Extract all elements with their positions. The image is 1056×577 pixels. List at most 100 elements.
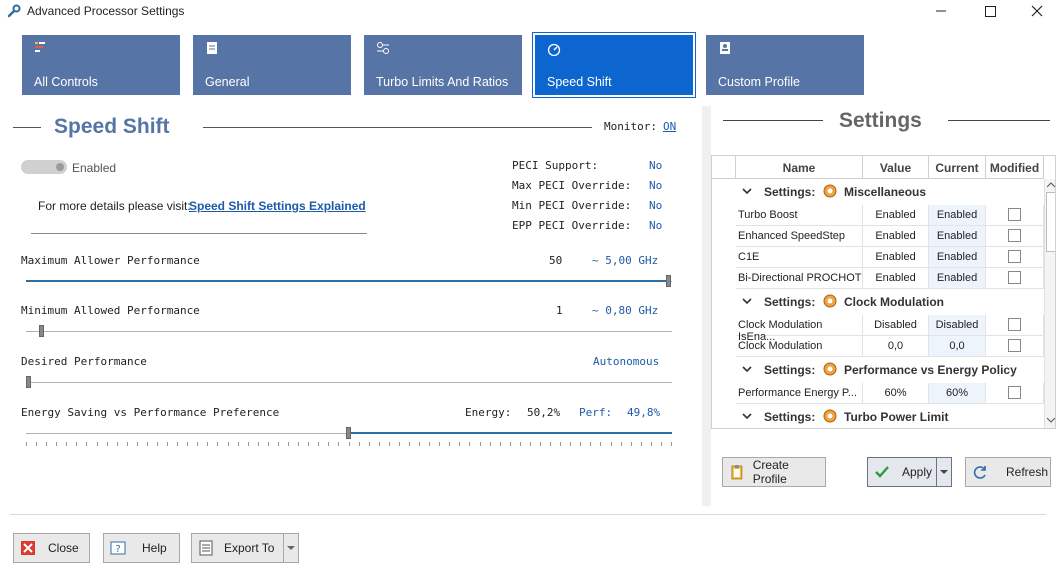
cell-current: 60% [929,383,986,404]
slider-thumb[interactable] [666,275,671,287]
table-row[interactable]: Bi-Directional PROCHOT Enabled Enabled [736,268,1044,289]
cell-name: Clock Modulation [736,336,863,357]
modified-checkbox[interactable] [1008,271,1021,284]
close-button[interactable]: Close [13,533,90,563]
cell-modified [986,205,1044,226]
tab-custom-profile[interactable]: Custom Profile [706,35,864,95]
cell-value[interactable]: Enabled [863,247,929,268]
table-row[interactable]: Performance Energy P... 60% 60% [736,383,1044,404]
slider-tick [570,442,571,446]
tab-all-controls[interactable]: All Controls [22,35,180,95]
cell-modified [986,226,1044,247]
table-row[interactable]: Clock Modulation 0,0 0,0 [736,336,1044,357]
enabled-toggle[interactable] [21,160,67,174]
slider-tick [338,442,339,446]
table-row[interactable]: C1E Enabled Enabled [736,247,1044,268]
checkmark-icon [875,466,889,478]
refresh-button[interactable]: Refresh [965,457,1051,487]
modified-checkbox[interactable] [1008,208,1021,221]
settings-group-header[interactable]: Settings: Miscellaneous [736,179,1043,205]
footer-divider [10,514,1046,515]
slider-tick [197,442,198,446]
gear-icon [823,362,837,376]
slider-tick [127,442,128,446]
close-window-button[interactable] [1014,0,1056,22]
export-dropdown-button[interactable] [283,533,299,563]
table-row[interactable]: Enhanced SpeedStep Enabled Enabled [736,226,1044,247]
cell-value[interactable]: Enabled [863,205,929,226]
cell-current: Enabled [929,268,986,289]
cell-name: Enhanced SpeedStep [736,226,863,247]
settings-group-header[interactable]: Settings: Clock Modulation [736,289,1043,315]
svg-text:?: ? [115,544,120,555]
monitor-toggle-link[interactable]: ON [663,120,676,133]
chevron-down-icon[interactable] [742,366,752,373]
create-profile-button[interactable]: Create Profile [722,457,826,487]
group-name: Miscellaneous [844,185,927,199]
column-header-name[interactable]: Name [736,156,863,179]
tab-speed-shift[interactable]: Speed Shift [532,32,696,98]
apply-button[interactable]: Apply [867,457,937,487]
cell-current: Enabled [929,247,986,268]
grid-scrollbar[interactable] [1044,179,1055,428]
group-prefix: Settings: [764,410,816,424]
slider-track [26,433,346,434]
apply-dropdown-button[interactable] [936,457,952,487]
export-button[interactable]: Export To [191,533,284,563]
slider-tick [86,442,87,446]
scroll-down-icon[interactable] [1047,417,1055,423]
panel-splitter[interactable] [702,106,711,506]
cell-value[interactable]: Enabled [863,268,929,289]
scroll-up-icon[interactable] [1047,182,1055,188]
cell-value[interactable]: 60% [863,383,929,404]
modified-checkbox[interactable] [1008,229,1021,242]
min-perf-slider[interactable] [26,325,672,339]
modified-checkbox[interactable] [1008,386,1021,399]
column-header-current[interactable]: Current [929,156,986,179]
title-bar: Advanced Processor Settings [0,0,1056,24]
help-button[interactable]: ? Help [103,533,180,563]
slider-tick [369,442,370,446]
gear-icon [823,294,837,308]
desired-perf-slider[interactable] [26,376,672,390]
modified-checkbox[interactable] [1008,339,1021,352]
slider-tick [228,442,229,446]
slider-tick [500,442,501,446]
cell-current: Disabled [929,315,986,336]
slider-tick [288,442,289,446]
energy-value: 50,2% [527,406,561,419]
tab-turbo-limits[interactable]: Turbo Limits And Ratios [364,35,522,95]
column-header-modified[interactable]: Modified [986,156,1044,179]
chevron-down-icon[interactable] [742,298,752,305]
table-row[interactable]: Clock Modulation IsEna... Disabled Disable… [736,315,1044,343]
slider-thumb[interactable] [39,325,44,337]
slider-tick [449,442,450,446]
cell-value[interactable]: Enabled [863,226,929,247]
scroll-thumb[interactable] [1046,192,1055,252]
minimize-button[interactable] [918,0,964,22]
chevron-down-icon[interactable] [742,188,752,195]
settings-group-header[interactable]: Settings: Turbo Power Limit [736,404,1043,428]
monitor-label: Monitor: [604,120,657,133]
slider-tick [490,442,491,446]
chevron-down-icon[interactable] [742,413,752,420]
cell-modified [986,336,1044,357]
slider-tick [207,442,208,446]
modified-checkbox[interactable] [1008,318,1021,331]
slider-tick [510,442,511,446]
settings-group-header[interactable]: Settings: Performance vs Energy Policy [736,357,1043,383]
slider-tick [590,442,591,446]
table-row[interactable]: Turbo Boost Enabled Enabled [736,205,1044,226]
slider-thumb[interactable] [26,376,31,388]
cell-value[interactable]: Disabled [863,315,929,336]
max-perf-slider[interactable] [26,275,672,289]
energy-slider[interactable] [26,427,672,447]
maximize-button[interactable] [967,0,1013,22]
column-header-value[interactable]: Value [863,156,929,179]
speed-shift-explained-link[interactable]: Speed Shift Settings Explained [189,199,366,213]
modified-checkbox[interactable] [1008,250,1021,263]
cell-value[interactable]: 0,0 [863,336,929,357]
slider-thumb[interactable] [346,427,351,439]
tab-general[interactable]: General [193,35,351,95]
min-perf-freq: ~ 0,80 GHz [592,304,659,317]
